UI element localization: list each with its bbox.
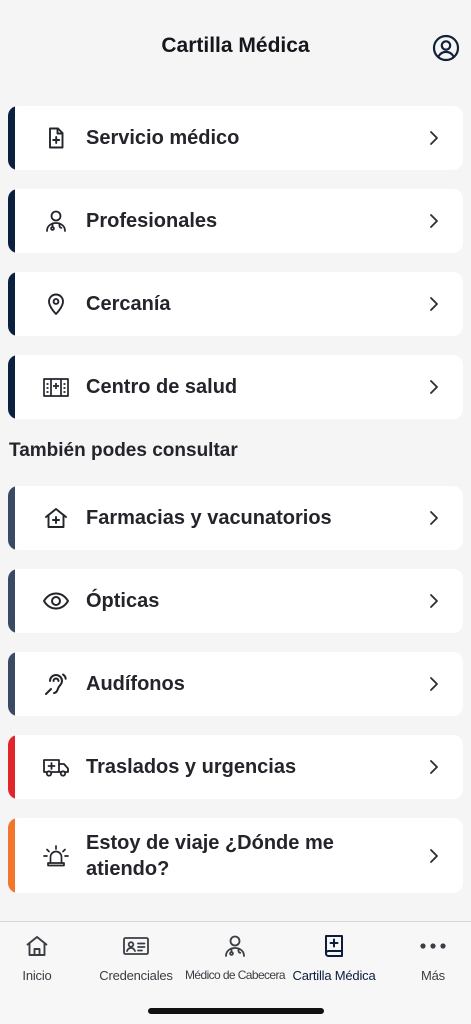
user-circle-icon (432, 34, 460, 62)
menu-item-label: Audífonos (86, 673, 185, 695)
tab-label: Más (421, 968, 445, 983)
menu-item-servicio-medico[interactable]: Servicio médico (8, 106, 463, 170)
menu-item-label: Servicio médico (86, 127, 240, 149)
accent-bar (8, 652, 15, 716)
tab-credenciales[interactable]: Credenciales (86, 932, 186, 992)
cartilla-medica-screen: Cartilla Médica Servicio médico Profesio… (0, 0, 471, 1024)
chevron-right-icon (427, 847, 441, 865)
accent-bar (8, 355, 15, 419)
menu-item-label: Cercanía (86, 293, 171, 315)
header: Cartilla Médica (0, 0, 471, 96)
hearing-icon (42, 670, 70, 698)
accent-bar (8, 569, 15, 633)
location-pin-icon (42, 290, 70, 318)
menu-item-opticas[interactable]: Ópticas (8, 569, 463, 633)
menu-item-label: Farmacias y vacunatorios (86, 507, 332, 529)
eye-icon (42, 587, 70, 615)
pharmacy-house-icon (42, 504, 70, 532)
home-indicator (148, 1008, 324, 1014)
menu-item-traslados[interactable]: Traslados y urgencias (8, 735, 463, 799)
menu-item-label: Traslados y urgencias (86, 756, 297, 778)
chevron-right-icon (427, 592, 441, 610)
accent-bar (8, 735, 15, 799)
accent-bar (8, 272, 15, 336)
tab-label: Inicio (22, 968, 52, 983)
tab-inicio[interactable]: Inicio (0, 932, 87, 992)
emergency-siren-icon (42, 842, 70, 870)
menu-item-audifonos[interactable]: Audífonos (8, 652, 463, 716)
tab-medico-de-cabecera[interactable]: Médico de Cabecera (185, 932, 286, 992)
accent-bar (8, 106, 15, 170)
tab-cartilla-medica[interactable]: Cartilla Médica (284, 932, 384, 992)
accent-bar (8, 818, 15, 893)
medical-book-icon (320, 932, 348, 960)
accent-bar (8, 189, 15, 253)
tab-mas[interactable]: Más (383, 932, 471, 992)
tab-label: Cartilla Médica (292, 968, 376, 983)
tab-label: Médico de Cabecera (185, 968, 286, 982)
menu-item-estoy-de-viaje[interactable]: Estoy de viaje ¿Dónde me atiendo? (8, 818, 463, 893)
menu-item-cercania[interactable]: Cercanía (8, 272, 463, 336)
chevron-right-icon (427, 758, 441, 776)
medical-file-icon (42, 124, 70, 152)
menu-item-label: Estoy de viaje ¿Dónde me atiendo? (86, 831, 334, 880)
menu-item-centro-de-salud[interactable]: Centro de salud (8, 355, 463, 419)
home-icon (23, 932, 51, 960)
tab-label: Credenciales (99, 968, 173, 983)
chevron-right-icon (427, 378, 441, 396)
menu-item-label: Profesionales (86, 210, 218, 232)
chevron-right-icon (427, 129, 441, 147)
page-title: Cartilla Médica (161, 34, 310, 57)
menu-item-label: Centro de salud (86, 376, 238, 398)
chevron-right-icon (427, 295, 441, 313)
accent-bar (8, 486, 15, 550)
chevron-right-icon (427, 212, 441, 230)
profile-button[interactable] (431, 33, 461, 63)
menu-item-profesionales[interactable]: Profesionales (8, 189, 463, 253)
id-card-icon (122, 932, 150, 960)
ambulance-icon (42, 753, 70, 781)
doctor-icon (42, 207, 70, 235)
menu-item-label: Ópticas (86, 590, 160, 612)
menu-item-farmacias[interactable]: Farmacias y vacunatorios (8, 486, 463, 550)
chevron-right-icon (427, 675, 441, 693)
chevron-right-icon (427, 509, 441, 527)
more-dots-icon (419, 932, 447, 960)
hospital-building-icon (42, 373, 70, 401)
doctor-icon (221, 932, 249, 960)
section-title: También podes consultar (9, 440, 238, 461)
